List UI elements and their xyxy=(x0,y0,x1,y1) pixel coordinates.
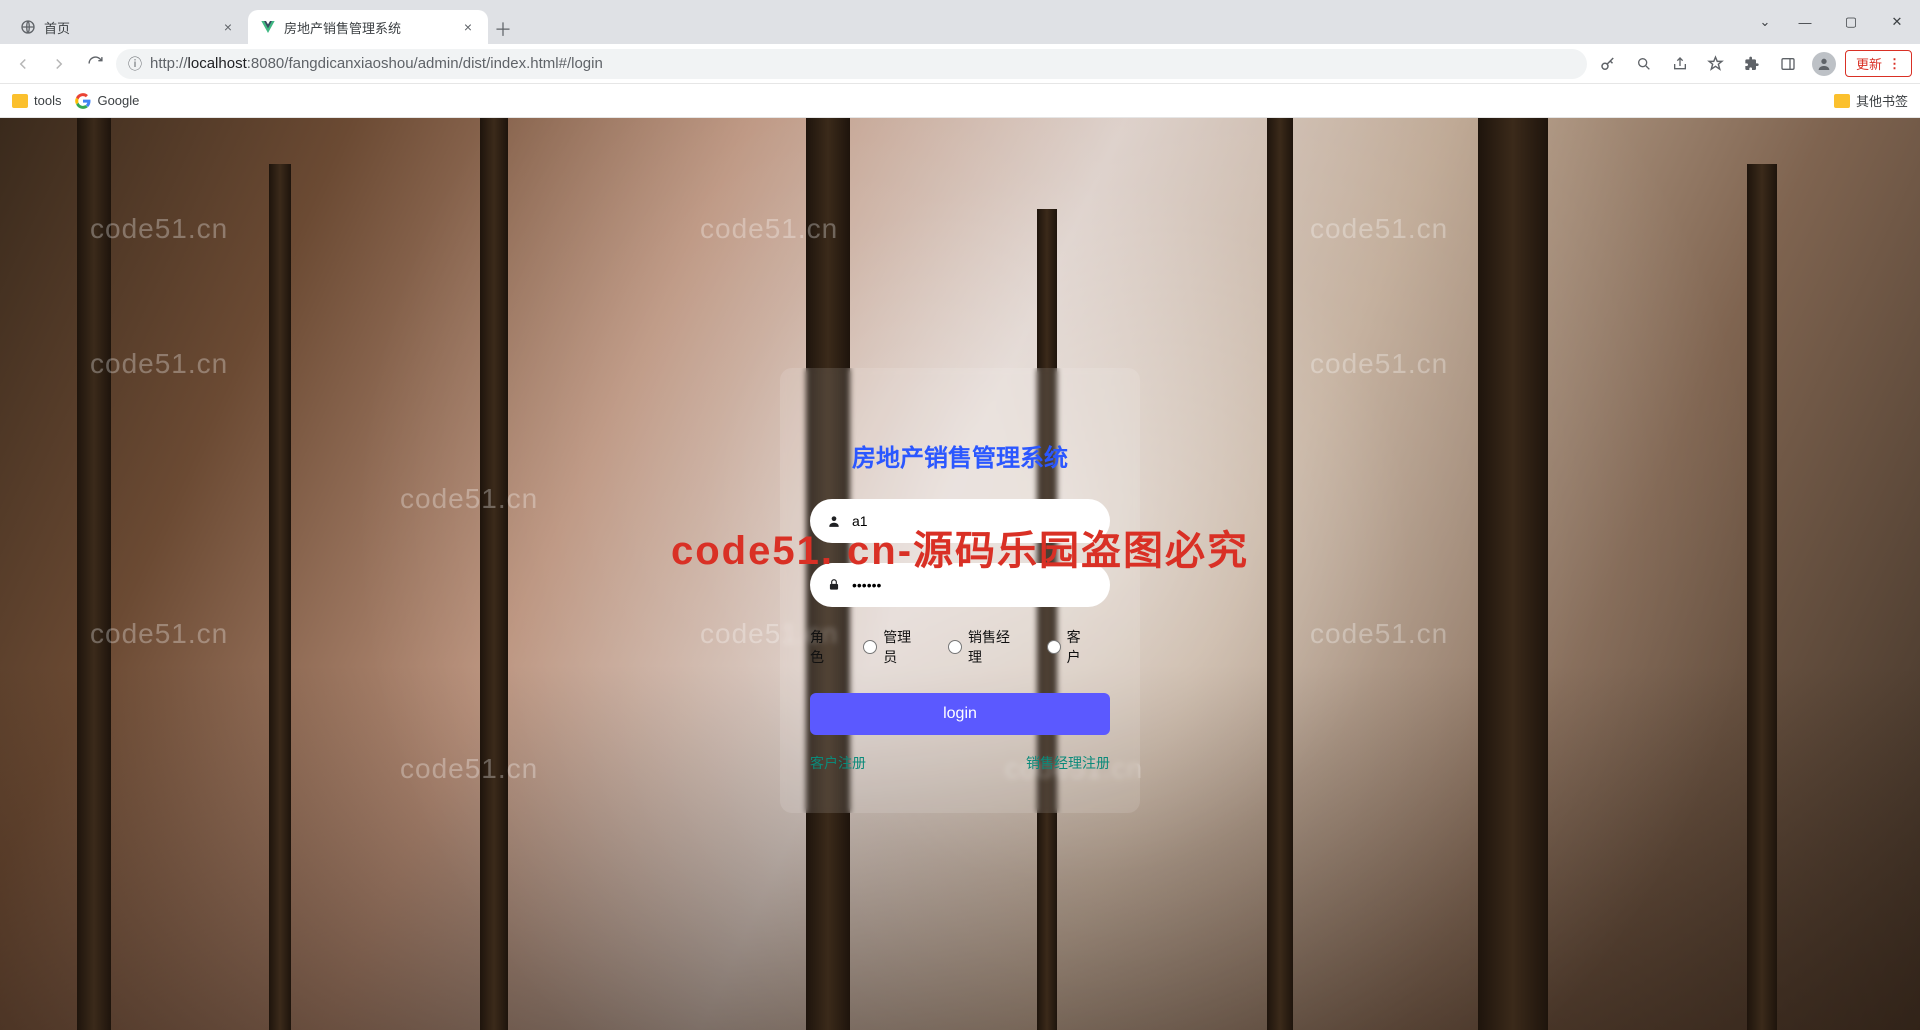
sidepanel-icon[interactable] xyxy=(1773,49,1803,79)
folder-icon xyxy=(12,94,28,108)
bookmark-star-icon[interactable] xyxy=(1701,49,1731,79)
lock-icon xyxy=(826,578,842,592)
google-icon xyxy=(75,93,91,109)
role-row: 角色 管理员 销售经理 客户 xyxy=(810,627,1110,667)
login-card: 房地产销售管理系统 角色 管理员 xyxy=(780,368,1140,813)
folder-icon xyxy=(1834,94,1850,108)
login-title: 房地产销售管理系统 xyxy=(810,438,1110,473)
password-input[interactable] xyxy=(852,577,1094,593)
address-bar: ⓘ http://localhost:8080/fangdicanxiaosho… xyxy=(0,44,1920,84)
username-input[interactable] xyxy=(852,513,1094,529)
url-text: http://localhost:8080/fangdicanxiaoshou/… xyxy=(150,55,603,72)
register-customer-link[interactable]: 客户注册 xyxy=(810,753,866,773)
maximize-button[interactable]: ▢ xyxy=(1828,5,1874,39)
globe-icon xyxy=(20,19,36,35)
watermark-text: code51.cn xyxy=(400,483,538,515)
bookmark-other[interactable]: 其他书签 xyxy=(1834,91,1908,110)
page-content: code51.cn code51.cn code51.cn code51.cn … xyxy=(0,118,1920,1030)
role-text: 管理员 xyxy=(883,627,924,667)
close-icon[interactable]: × xyxy=(460,19,476,35)
bookmark-label: Google xyxy=(97,93,139,108)
avatar-icon xyxy=(1812,52,1836,76)
close-window-button[interactable]: ✕ xyxy=(1874,5,1920,39)
bookmark-google[interactable]: Google xyxy=(75,93,139,109)
watermark-text: code51.cn xyxy=(400,753,538,785)
watermark-text: code51.cn xyxy=(1310,618,1448,650)
bookmark-label: 其他书签 xyxy=(1856,91,1908,110)
bookmark-label: tools xyxy=(34,93,61,108)
watermark-text: code51.cn xyxy=(1310,348,1448,380)
share-icon[interactable] xyxy=(1665,49,1695,79)
tab-dropdown-icon[interactable]: ⌄ xyxy=(1748,5,1782,39)
url-field[interactable]: ⓘ http://localhost:8080/fangdicanxiaosho… xyxy=(116,49,1587,79)
forward-button[interactable] xyxy=(44,49,74,79)
tab-title: 房地产销售管理系统 xyxy=(284,18,452,37)
password-field-wrap xyxy=(810,563,1110,607)
username-field-wrap xyxy=(810,499,1110,543)
watermark-text: code51.cn xyxy=(1310,213,1448,245)
bookmarks-bar: tools Google 其他书签 xyxy=(0,84,1920,118)
role-text: 销售经理 xyxy=(968,627,1023,667)
role-option-customer[interactable]: 客户 xyxy=(1047,627,1094,667)
register-manager-link[interactable]: 销售经理注册 xyxy=(1026,753,1110,773)
role-radio-admin[interactable] xyxy=(863,640,877,654)
role-option-admin[interactable]: 管理员 xyxy=(863,627,924,667)
tab-app[interactable]: 房地产销售管理系统 × xyxy=(248,10,488,44)
tab-home[interactable]: 首页 × xyxy=(8,10,248,44)
update-button[interactable]: 更新 ⋮ xyxy=(1845,50,1912,77)
role-radio-customer[interactable] xyxy=(1047,640,1061,654)
reload-button[interactable] xyxy=(80,49,110,79)
user-icon xyxy=(826,514,842,528)
site-info-icon[interactable]: ⓘ xyxy=(128,54,142,74)
zoom-icon[interactable] xyxy=(1629,49,1659,79)
back-button[interactable] xyxy=(8,49,38,79)
role-option-manager[interactable]: 销售经理 xyxy=(948,627,1023,667)
update-label: 更新 xyxy=(1856,54,1882,73)
tab-title: 首页 xyxy=(44,18,212,37)
profile-avatar[interactable] xyxy=(1809,49,1839,79)
close-icon[interactable]: × xyxy=(220,19,236,35)
role-label: 角色 xyxy=(810,627,837,667)
browser-tabstrip: 首页 × 房地产销售管理系统 × ＋ ⌄ — ▢ ✕ xyxy=(0,0,1920,44)
kebab-icon: ⋮ xyxy=(1888,56,1901,72)
register-row: 客户注册 销售经理注册 xyxy=(810,753,1110,773)
extensions-icon[interactable] xyxy=(1737,49,1767,79)
login-button[interactable]: login xyxy=(810,693,1110,735)
role-radio-manager[interactable] xyxy=(948,640,962,654)
window-controls: ⌄ — ▢ ✕ xyxy=(1748,0,1920,44)
new-tab-button[interactable]: ＋ xyxy=(488,14,518,44)
bookmark-tools[interactable]: tools xyxy=(12,93,61,108)
minimize-button[interactable]: — xyxy=(1782,5,1828,39)
vue-icon xyxy=(260,19,276,35)
password-key-icon[interactable] xyxy=(1593,49,1623,79)
role-text: 客户 xyxy=(1067,627,1094,667)
